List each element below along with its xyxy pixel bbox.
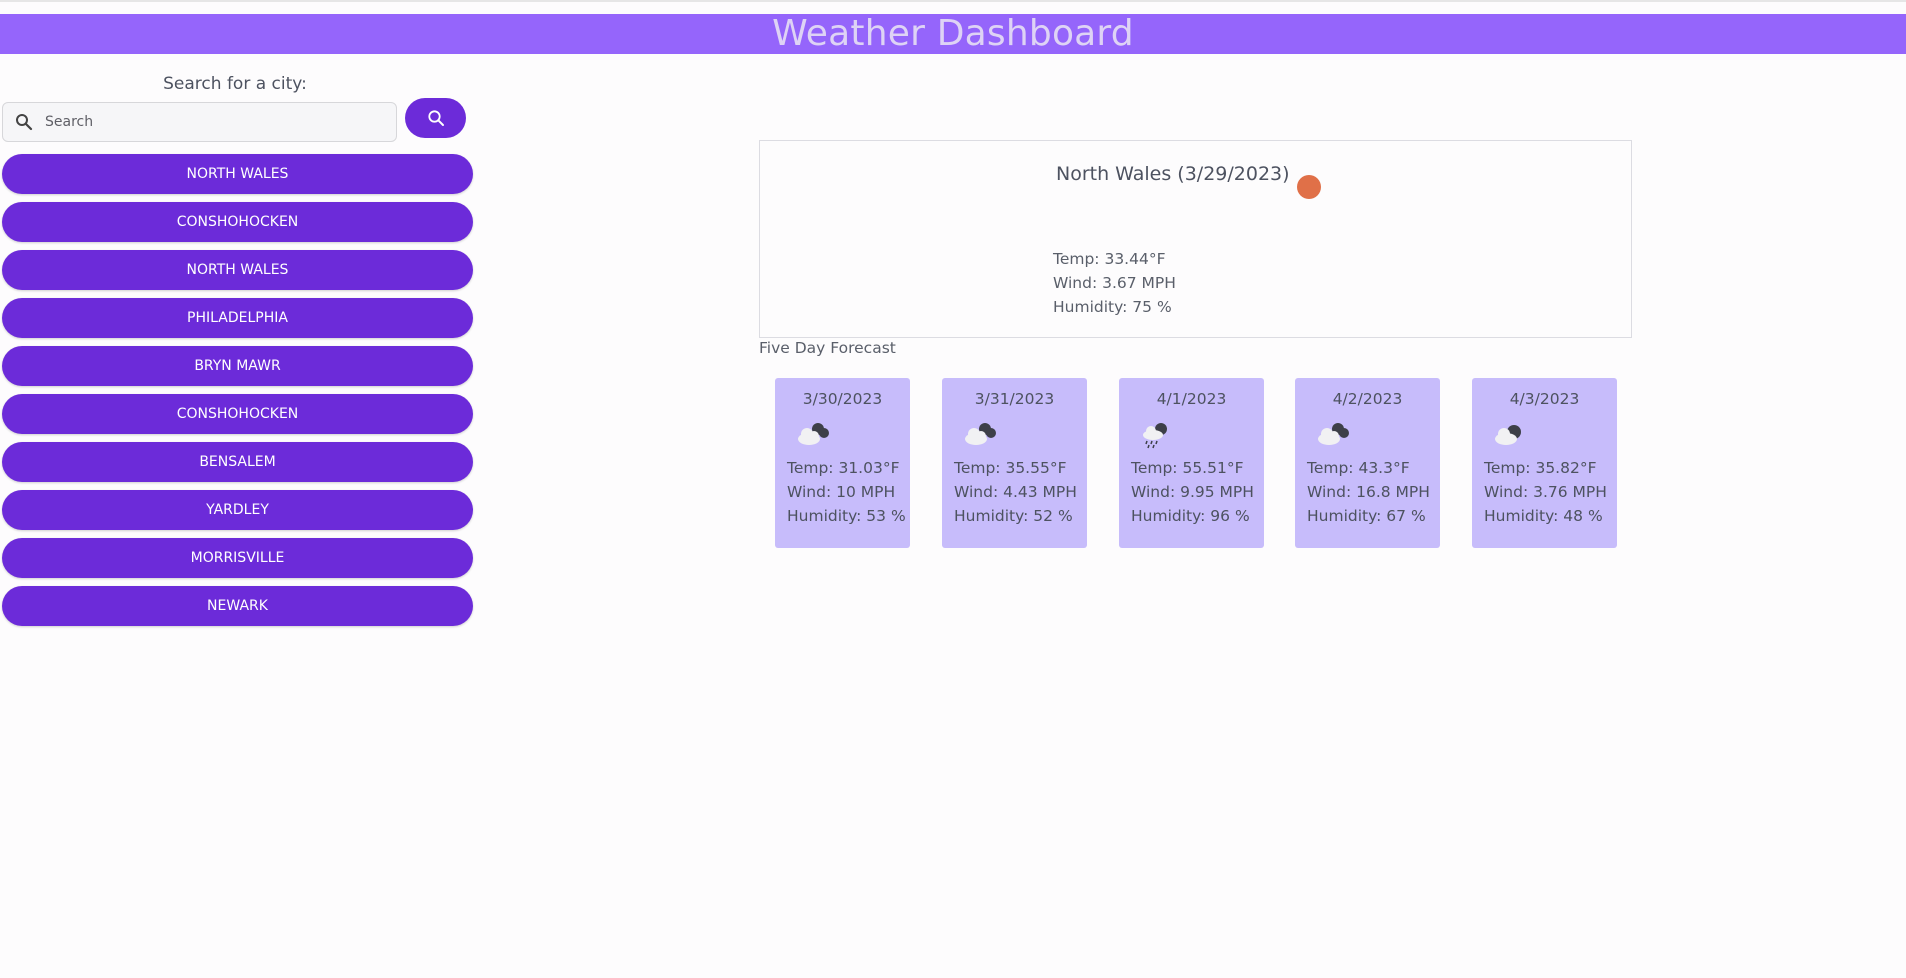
forecast-humidity: Humidity: 48 %	[1484, 507, 1603, 525]
current-stats: Temp: 33.44°F Wind: 3.67 MPH Humidity: 7…	[1053, 247, 1176, 319]
city-button-morrisville[interactable]: Morrisville	[2, 538, 473, 578]
forecast-wind: Wind: 4.43 MPH	[954, 483, 1077, 501]
sidebar: Search for a city: North Wales Conshohoc…	[2, 70, 474, 626]
forecast-wind: Wind: 9.95 MPH	[1131, 483, 1254, 501]
forecast-temp: Temp: 31.03°F	[787, 459, 900, 477]
forecast-date: 4/3/2023	[1509, 390, 1580, 408]
forecast-temp: Temp: 55.51°F	[1131, 459, 1244, 477]
city-button-bryn-mawr[interactable]: Bryn Mawr	[2, 346, 473, 386]
city-button-north-wales[interactable]: North Wales	[2, 250, 473, 290]
forecast-card: 4/3/2023 Temp: 35.82°F Wind: 3.76 MPH Hu…	[1472, 378, 1617, 548]
forecast-date: 3/31/2023	[974, 390, 1055, 408]
search-field[interactable]	[2, 102, 397, 142]
current-city-title: North Wales (3/29/2023)	[1056, 163, 1290, 185]
broken-clouds-icon	[793, 420, 910, 450]
forecast-card: 4/1/2023 Temp: 55.51°F Wind: 9.95 MPH Hu…	[1119, 378, 1264, 548]
forecast-date: 4/2/2023	[1332, 390, 1403, 408]
city-button-yardley[interactable]: Yardley	[2, 490, 473, 530]
search-row	[2, 98, 474, 148]
rain-cloud-icon	[1137, 420, 1264, 450]
weather-status-icon	[1297, 175, 1321, 199]
forecast-wind: Wind: 3.76 MPH	[1484, 483, 1607, 501]
top-border	[0, 0, 1906, 2]
search-button[interactable]	[405, 98, 466, 138]
forecast-humidity: Humidity: 96 %	[1131, 507, 1250, 525]
city-button-bensalem[interactable]: Bensalem	[2, 442, 473, 482]
broken-clouds-icon	[1313, 420, 1440, 450]
forecast-temp: Temp: 43.3°F	[1307, 459, 1410, 477]
forecast-humidity: Humidity: 52 %	[954, 507, 1073, 525]
forecast-card: 3/31/2023 Temp: 35.55°F Wind: 4.43 MPH H…	[942, 378, 1087, 548]
forecast-wind: Wind: 10 MPH	[787, 483, 896, 501]
search-history-list: North Wales Conshohocken North Wales Phi…	[2, 154, 473, 634]
forecast-humidity: Humidity: 53 %	[787, 507, 906, 525]
forecast-title: Five Day Forecast	[759, 339, 896, 357]
current-temp: Temp: 33.44°F	[1053, 250, 1166, 268]
forecast-temp: Temp: 35.82°F	[1484, 459, 1597, 477]
broken-clouds-icon	[960, 420, 1087, 450]
forecast-card: 3/30/2023 Temp: 31.03°F Wind: 10 MPH Hum…	[775, 378, 910, 548]
current-wind: Wind: 3.67 MPH	[1053, 274, 1176, 292]
forecast-temp: Temp: 35.55°F	[954, 459, 1067, 477]
search-icon	[15, 113, 33, 131]
city-button-north-wales[interactable]: North Wales	[2, 154, 473, 194]
search-label: Search for a city:	[163, 74, 307, 94]
forecast-wind: Wind: 16.8 MPH	[1307, 483, 1430, 501]
current-humidity: Humidity: 75 %	[1053, 298, 1172, 316]
forecast-date: 3/30/2023	[802, 390, 883, 408]
city-button-newark[interactable]: Newark	[2, 586, 473, 626]
app-header: Weather Dashboard	[0, 14, 1906, 54]
search-button-icon	[427, 110, 444, 126]
city-button-conshohocken[interactable]: Conshohocken	[2, 394, 473, 434]
current-weather-card: North Wales (3/29/2023) Temp: 33.44°F Wi…	[759, 140, 1632, 338]
forecast-card: 4/2/2023 Temp: 43.3°F Wind: 16.8 MPH Hum…	[1295, 378, 1440, 548]
scattered-clouds-icon	[1490, 420, 1617, 450]
forecast-date: 4/1/2023	[1156, 390, 1227, 408]
city-button-conshohocken[interactable]: Conshohocken	[2, 202, 473, 242]
forecast-humidity: Humidity: 67 %	[1307, 507, 1426, 525]
page-title: Weather Dashboard	[772, 13, 1134, 54]
search-input[interactable]	[43, 113, 367, 131]
city-button-philadelphia[interactable]: Philadelphia	[2, 298, 473, 338]
